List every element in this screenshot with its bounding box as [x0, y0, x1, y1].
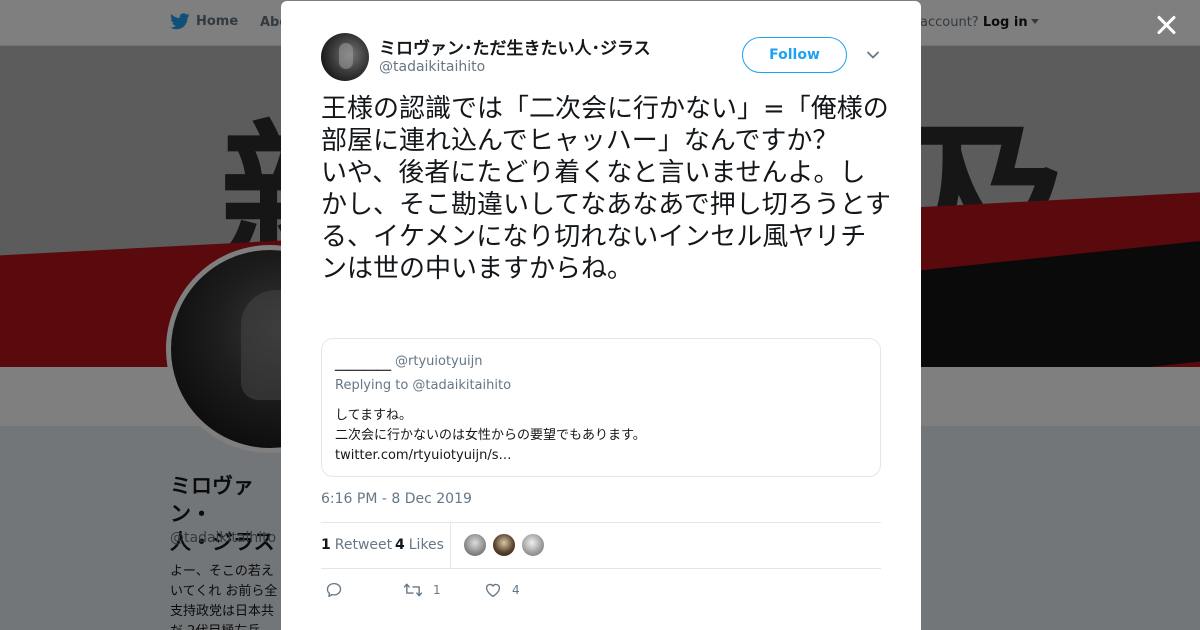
- liker-avatar[interactable]: [521, 533, 545, 557]
- quote-author-handle: @rtyuiotyuijn: [395, 354, 483, 369]
- like-button[interactable]: 4: [484, 581, 520, 599]
- heart-icon: [485, 583, 501, 598]
- reply-button[interactable]: [325, 581, 353, 599]
- quote-author-name: ＿＿＿＿: [335, 357, 391, 373]
- liker-avatar[interactable]: [463, 533, 487, 557]
- reply-icon: [326, 582, 342, 598]
- retweet-stat-label: Retweet: [334, 537, 393, 553]
- retweet-icon: [403, 583, 423, 597]
- author-handle[interactable]: @tadaikitaihito: [379, 59, 485, 75]
- likes-stat-count: 4: [395, 537, 405, 553]
- follow-button[interactable]: Follow: [742, 37, 847, 73]
- likes-stat[interactable]: 4 Likes: [395, 537, 444, 553]
- tweet-timestamp[interactable]: 6:16 PM - 8 Dec 2019: [321, 491, 472, 507]
- tweet-text: 王様の認識では「二次会に行かない」=「俺様の部屋に連れ込んでヒャッハー」なんです…: [321, 94, 891, 284]
- retweet-stat-count: 1: [321, 537, 331, 553]
- like-action-count: 4: [512, 583, 520, 597]
- quote-replying-to: Replying to @tadaikitaihito: [335, 378, 512, 393]
- close-icon[interactable]: [1153, 12, 1179, 38]
- tweet-actions: 1 4: [321, 579, 881, 603]
- chevron-down-icon[interactable]: [865, 47, 881, 63]
- retweet-action-count: 1: [433, 583, 441, 597]
- quoted-tweet[interactable]: ＿＿＿＿ @rtyuiotyuijn Replying to @tadaikit…: [321, 338, 881, 477]
- liker-avatar[interactable]: [492, 533, 516, 557]
- quote-body: してますね。 二次会に行かないのは女性からの要望でもあります。 twitter.…: [335, 408, 646, 463]
- retweet-stat[interactable]: 1 Retweet: [321, 537, 392, 553]
- stats-divider: [450, 523, 451, 568]
- tweet-modal: ミロヴァン･ただ生きたい人･ジラス @tadaikitaihito Follow…: [281, 1, 921, 630]
- author-name[interactable]: ミロヴァン･ただ生きたい人･ジラス: [379, 34, 651, 59]
- likes-stat-label: Likes: [408, 537, 444, 553]
- tweet-stats: 1 Retweet 4 Likes: [321, 522, 881, 569]
- author-avatar[interactable]: [321, 33, 369, 81]
- retweet-button[interactable]: 1: [403, 581, 441, 599]
